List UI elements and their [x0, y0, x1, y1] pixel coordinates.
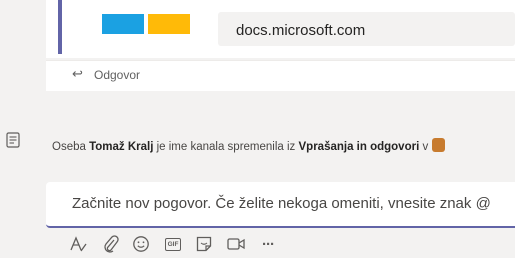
reply-button[interactable]: Odgovor — [94, 68, 140, 82]
sys-msg-prefix: Oseba — [52, 141, 90, 153]
format-icon[interactable] — [68, 234, 88, 254]
sys-msg-middle: je ime kanala spremenila iz — [153, 141, 299, 153]
sticker-icon[interactable] — [194, 234, 214, 254]
link-preview-logo-blue — [102, 14, 144, 34]
channel-rename-message: Oseba Tomaž Kralj je ime kanala spremeni… — [52, 138, 446, 153]
meet-now-icon[interactable] — [226, 234, 246, 254]
sys-msg-suffix: v — [419, 141, 429, 153]
emoji-icon[interactable] — [131, 234, 151, 254]
more-options-icon[interactable]: ··· — [258, 234, 278, 254]
attach-icon[interactable] — [101, 234, 121, 254]
gif-icon[interactable]: GIF — [163, 234, 183, 254]
sys-msg-channel: Vprašanja in odgovori — [298, 141, 420, 153]
message-accent-bar — [58, 0, 62, 54]
link-preview-logo-yellow — [148, 14, 190, 34]
compose-input[interactable]: Začnite nov pogovor. Če želite nekoga om… — [72, 195, 491, 212]
channel-emoji-icon — [432, 138, 446, 152]
link-preview-url[interactable]: docs.microsoft.com — [236, 22, 365, 39]
message-icon — [6, 132, 20, 148]
sys-msg-person: Tomaž Kralj — [89, 141, 154, 153]
reply-arrow-icon: ↩ — [72, 66, 83, 81]
gif-label: GIF — [165, 237, 181, 251]
